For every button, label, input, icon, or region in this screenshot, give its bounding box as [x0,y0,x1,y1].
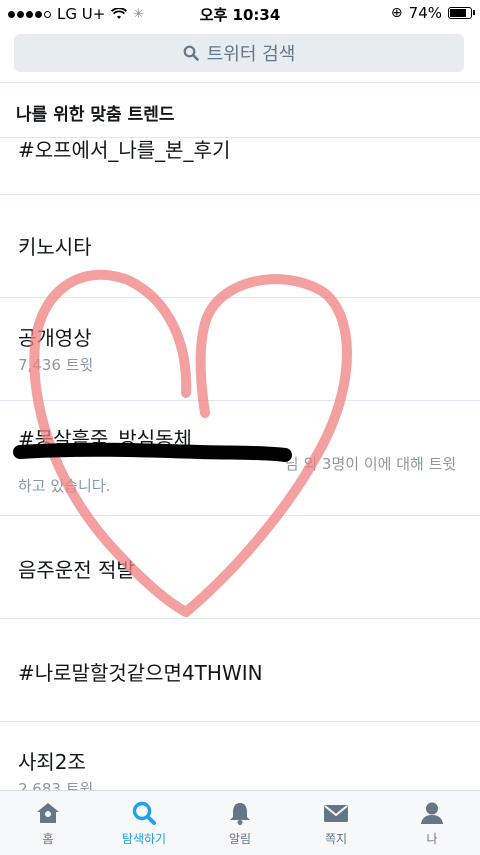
bell-icon [230,802,250,825]
tab-messages[interactable]: 쪽지 [288,791,384,855]
trend-item[interactable]: 음주운전 적발 [0,516,480,619]
trend-name: 키노시타 [18,235,92,259]
tab-bar: 홈 탐색하기 알림 쪽지 나 [0,790,480,855]
trend-name: #뭉살흩죽_방심동체 [18,427,192,451]
rotation-lock-icon: ⊕ [390,5,403,21]
status-bar: LG U+ ✳ 오후 10:34 ⊕ 74% [0,0,480,30]
tab-label: 홈 [42,831,54,846]
tab-label: 탐색하기 [121,831,167,846]
trend-context: 님 외 3명이 이에 대해 트윗하고 있습니다. [18,453,468,497]
tab-notifications[interactable]: 알림 [192,791,288,855]
search-bar[interactable]: 트위터 검색 [14,34,464,72]
section-title: 나를 위한 맞춤 트렌드 [16,105,175,125]
tab-explore[interactable]: 탐색하기 [96,791,192,855]
search-icon [183,45,199,61]
trend-item[interactable]: #나로말할것같으면4THWIN [0,619,480,722]
search-input[interactable]: 트위터 검색 [14,34,464,72]
trend-name: 음주운전 적발 [18,558,135,582]
trend-tweet-count: 7,436 트윗 [18,356,94,374]
tab-label: 나 [426,831,438,846]
search-placeholder: 트위터 검색 [206,44,296,65]
trend-name: 공개영상 [18,326,92,350]
trend-item[interactable]: #오프에서_나를_본_후기 [0,138,480,195]
status-right: ⊕ 74% [390,4,475,22]
trend-item[interactable]: 사죄2조 2,683 트윗 [0,722,480,790]
tab-profile[interactable]: 나 [384,791,480,855]
trend-tweet-count: 2,683 트윗 [18,780,94,790]
trend-item[interactable]: 공개영상 7,436 트윗 [0,298,480,401]
battery-percent: 74% [408,4,442,22]
trend-name: #나로말할것같으면4THWIN [18,661,263,685]
trends-list: #오프에서_나를_본_후기 키노시타 공개영상 7,436 트윗 #뭉살흩죽_방… [0,138,480,790]
trend-item[interactable]: #뭉살흩죽_방심동체 님 외 3명이 이에 대해 트윗하고 있습니다. [0,401,480,516]
tab-label: 알림 [228,831,252,846]
home-icon [37,802,59,823]
divider [0,82,480,83]
search-icon [132,801,156,825]
trend-name: #오프에서_나를_본_후기 [18,138,231,162]
tab-label: 쪽지 [324,831,348,846]
trend-item[interactable]: 키노시타 [0,195,480,298]
trend-name: 사죄2조 [18,750,86,774]
battery-icon [448,7,475,19]
redacted-users [18,455,280,469]
tab-home[interactable]: 홈 [0,791,96,855]
profile-icon [421,802,443,824]
mail-icon [324,804,348,822]
